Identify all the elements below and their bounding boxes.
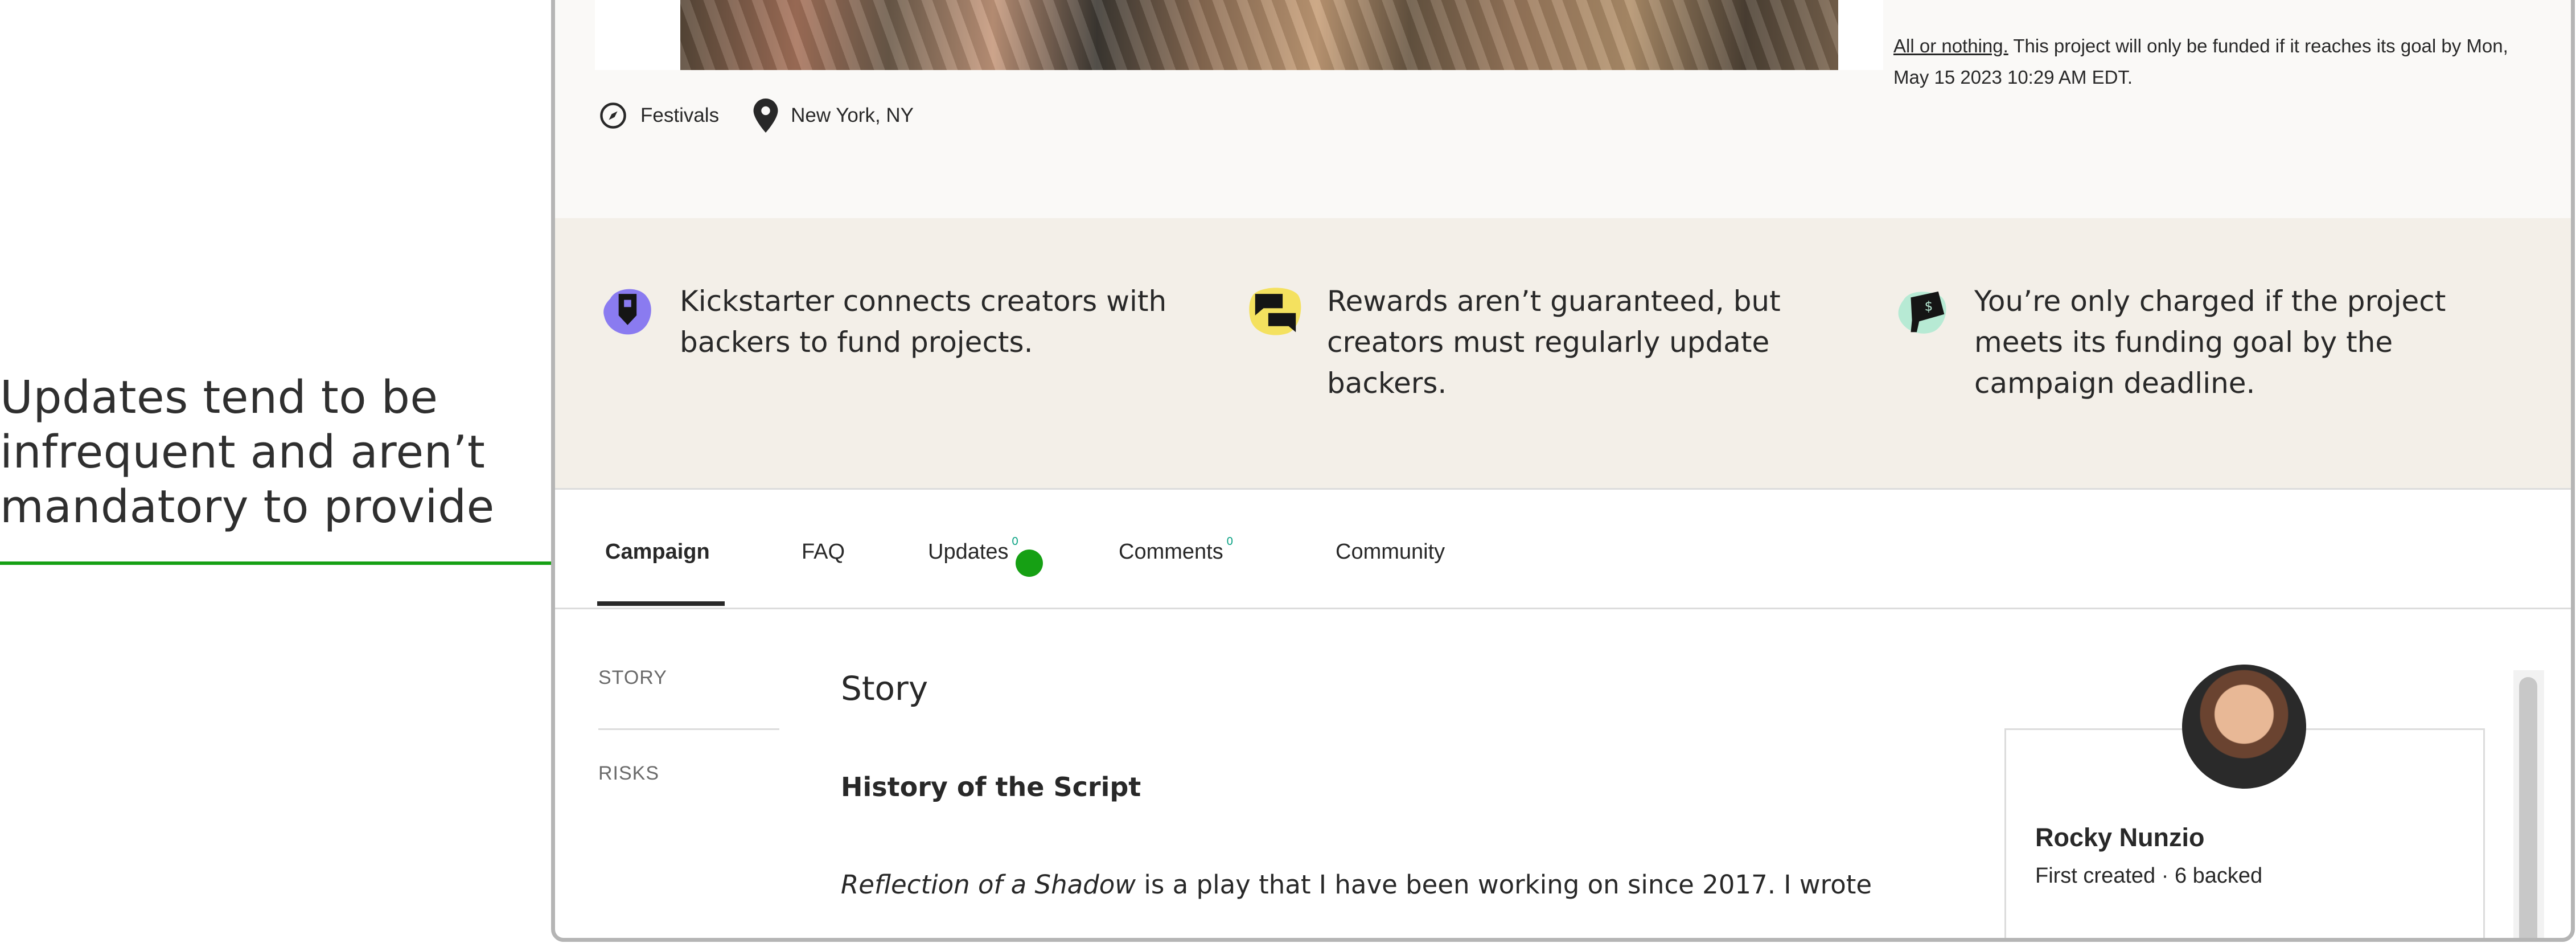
tab-community[interactable]: Community [1336,540,1445,564]
annotation-line-2: infrequent and aren’t [0,426,486,478]
annotation-callout: Updates tend to be infrequent and aren’t… [0,370,512,534]
creator-stats: First created · 6 backed [2035,864,2263,888]
funding-notice: All or nothing. This project will only b… [1893,30,2520,93]
sidebar-item-risks[interactable]: RISKS [598,762,659,785]
tab-comments-count: 0 [1226,535,1233,548]
browser-window: Festivals New York, NY All or nothing. T… [551,0,2575,942]
campaign-content: STORY RISKS Story History of the Script … [555,608,2571,938]
location-link[interactable]: New York, NY [753,99,914,133]
location-pin-icon [753,99,778,133]
tab-faq-label: FAQ [802,540,845,564]
project-meta-row: Festivals New York, NY [598,99,948,133]
play-title: Reflection of a Shadow [841,870,1136,900]
tab-comments-label: Comments [1119,540,1223,564]
story-heading: Story [841,669,928,708]
tab-campaign-label: Campaign [605,540,710,564]
hero-image[interactable] [680,0,1838,70]
project-tabs: Campaign FAQ Updates 0 Comments 0 Communit… [555,488,2571,609]
trust-item-rewards: Rewards aren’t guaranteed, but creators … [1246,281,1839,404]
category-link[interactable]: Festivals [598,101,719,130]
story-paragraph-text: is a play that I have been working on si… [1136,870,1872,900]
avatar[interactable] [2182,665,2306,789]
compass-icon [600,102,626,129]
annotation-line-3: mandatory to provide [0,481,495,533]
tab-community-label: Community [1336,540,1445,564]
location-label: New York, NY [791,104,914,126]
trust-item-connect: Kickstarter connects creators with backe… [598,281,1192,363]
hero-media-frame [595,0,1883,70]
scrollbar-thumb[interactable] [2519,677,2537,938]
sidebar-divider [598,728,779,730]
story-subheading: History of the Script [841,772,1141,802]
project-header: Festivals New York, NY All or nothing. T… [555,0,2571,218]
megaphone-dollar-icon: $ [1893,281,1953,341]
sidebar-item-story[interactable]: STORY [598,667,667,689]
annotation-marker-dot [1016,550,1043,577]
tab-updates-label: Updates [928,540,1009,564]
tab-faq[interactable]: FAQ [802,540,845,564]
all-or-nothing-link[interactable]: All or nothing. [1893,35,2008,56]
tab-campaign[interactable]: Campaign [605,540,710,564]
trust-banner: Kickstarter connects creators with backe… [555,218,2571,488]
creator-name[interactable]: Rocky Nunzio [2035,823,2205,852]
trust-item-charged: $ You’re only charged if the project mee… [1893,281,2487,404]
story-paragraph: Reflection of a Shadow is a play that I … [841,870,1872,900]
trust-text-rewards: Rewards aren’t guaranteed, but creators … [1327,285,1781,400]
tab-updates[interactable]: Updates 0 [928,535,1018,564]
tab-comments[interactable]: Comments 0 [1119,535,1233,564]
category-label: Festivals [640,104,720,126]
active-tab-indicator [597,601,725,606]
tab-updates-count: 0 [1012,535,1018,548]
trust-text-charged: You’re only charged if the project meets… [1974,285,2446,400]
annotation-line-1: Updates tend to be [0,371,438,424]
kickstarter-connect-icon [598,281,658,341]
trust-text-connect: Kickstarter connects creators with backe… [680,285,1167,359]
chat-bubbles-icon [1246,281,1305,341]
svg-text:$: $ [1925,300,1933,314]
